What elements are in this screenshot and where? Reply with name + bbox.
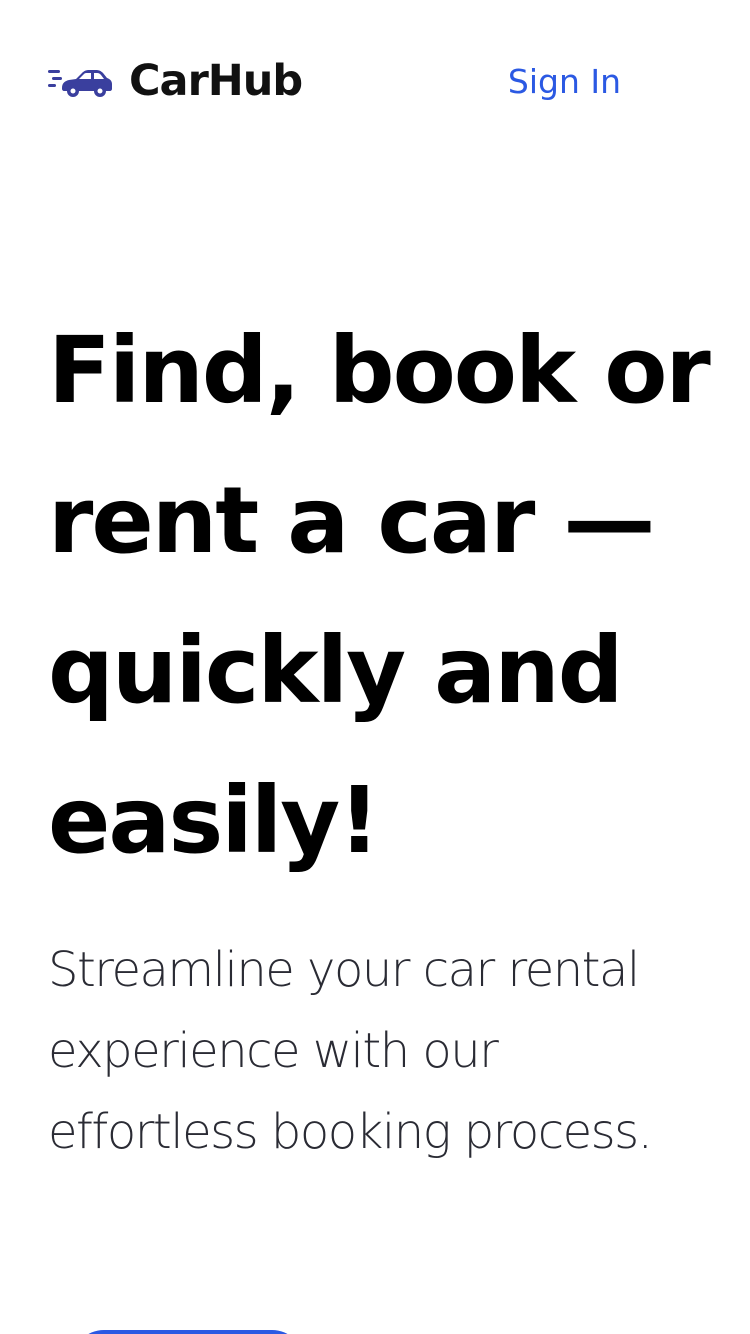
brand-logo[interactable]: CarHub (48, 52, 303, 110)
hero-subtitle: Streamline your car rental experience wi… (48, 942, 653, 1160)
hero-title: Find, book or rent a car — quickly and e… (48, 317, 711, 874)
site-header: CarHub Sign In (48, 52, 628, 110)
brand-name: CarHub (129, 56, 303, 106)
speeding-car-icon (48, 64, 112, 98)
sign-in-link[interactable]: Sign In (508, 60, 621, 104)
cta-button[interactable] (72, 1330, 304, 1334)
